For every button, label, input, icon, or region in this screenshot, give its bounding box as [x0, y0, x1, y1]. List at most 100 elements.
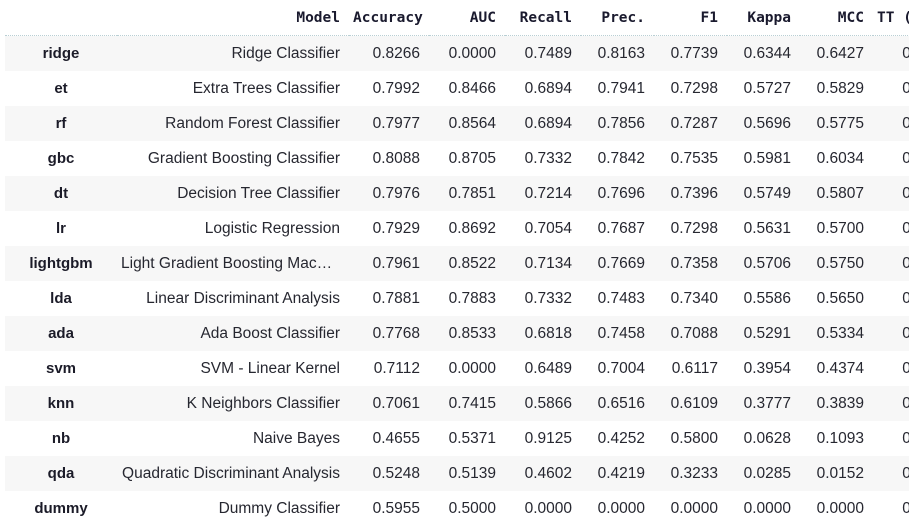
table-row[interactable]: gbc Gradient Boosting Classifier 0.8088 0.8… — [5, 141, 909, 176]
table-row[interactable]: ridge Ridge Classifier 0.8266 0.0000 0.7489 0… — [5, 35, 909, 71]
cell-kappa: 0.5586 — [727, 281, 800, 316]
header-row: Model Accuracy AUC Recall Prec. F1 Kappa… — [5, 0, 909, 36]
table-row[interactable]: svm SVM - Linear Kernel 0.7112 0.0000 0.6489… — [5, 351, 909, 386]
row-index-cell: dummy — [5, 491, 117, 526]
table-row[interactable]: lightgbm Light Gradient Boosting Machine 0… — [5, 246, 909, 281]
column-header-prec[interactable]: Prec. — [581, 0, 654, 36]
cell-model: Ada Boost Classifier — [117, 316, 349, 351]
cell-mcc: 0.5700 — [800, 211, 873, 246]
cell-recall: 0.6818 — [505, 316, 581, 351]
cell-kappa: 0.3954 — [727, 351, 800, 386]
cell-f1: 0.7340 — [654, 281, 727, 316]
cell-recall: 0.7214 — [505, 176, 581, 211]
cell-mcc: 0.5807 — [800, 176, 873, 211]
cell-prec: 0.7856 — [581, 106, 654, 141]
cell-mcc: 0.1093 — [800, 421, 873, 456]
column-header-f1[interactable]: F1 — [654, 0, 727, 36]
cell-accuracy: 0.8088 — [349, 141, 429, 176]
cell-tt: 0.056 — [873, 351, 909, 386]
cell-model: Ridge Classifier — [117, 35, 349, 71]
cell-mcc: 0.5750 — [800, 246, 873, 281]
cell-prec: 0.7941 — [581, 71, 654, 106]
cell-accuracy: 0.4655 — [349, 421, 429, 456]
row-index-cell: qda — [5, 456, 117, 491]
cell-recall: 0.4602 — [505, 456, 581, 491]
row-index-cell: nb — [5, 421, 117, 456]
cell-model: Extra Trees Classifier — [117, 71, 349, 106]
cell-tt: 0.664 — [873, 211, 909, 246]
cell-recall: 0.0000 — [505, 491, 581, 526]
row-index-cell: ridge — [5, 35, 117, 71]
cell-prec: 0.0000 — [581, 491, 654, 526]
cell-mcc: 0.4374 — [800, 351, 873, 386]
cell-prec: 0.7696 — [581, 176, 654, 211]
cell-accuracy: 0.7961 — [349, 246, 429, 281]
cell-prec: 0.7004 — [581, 351, 654, 386]
cell-auc: 0.5139 — [429, 456, 505, 491]
row-index-cell: lightgbm — [5, 246, 117, 281]
cell-auc: 0.7415 — [429, 386, 505, 421]
cell-kappa: 0.5631 — [727, 211, 800, 246]
column-header-kappa[interactable]: Kappa — [727, 0, 800, 36]
cell-f1: 0.7535 — [654, 141, 727, 176]
table-row[interactable]: lr Logistic Regression 0.7929 0.8692 0.7054 0… — [5, 211, 909, 246]
table-row[interactable]: dummy Dummy Classifier 0.5955 0.5000 0.0000 0… — [5, 491, 909, 526]
cell-auc: 0.5000 — [429, 491, 505, 526]
cell-kappa: 0.5749 — [727, 176, 800, 211]
cell-tt: 0.051 — [873, 176, 909, 211]
cell-accuracy: 0.5955 — [349, 491, 429, 526]
cell-recall: 0.7134 — [505, 246, 581, 281]
row-index-cell: lr — [5, 211, 117, 246]
cell-accuracy: 0.7977 — [349, 106, 429, 141]
model-comparison-table: Model Accuracy AUC Recall Prec. F1 Kappa… — [5, 0, 909, 526]
cell-model: Dummy Classifier — [117, 491, 349, 526]
cell-model: Naive Bayes — [117, 421, 349, 456]
cell-prec: 0.6516 — [581, 386, 654, 421]
table-row[interactable]: lda Linear Discriminant Analysis 0.7881 0.7… — [5, 281, 909, 316]
column-header-index[interactable] — [5, 0, 117, 36]
cell-f1: 0.7396 — [654, 176, 727, 211]
table-row[interactable]: qda Quadratic Discriminant Analysis 0.5248… — [5, 456, 909, 491]
row-index-cell: ada — [5, 316, 117, 351]
cell-mcc: 0.5334 — [800, 316, 873, 351]
column-header-model[interactable]: Model — [117, 0, 349, 36]
cell-recall: 0.7332 — [505, 281, 581, 316]
cell-f1: 0.7088 — [654, 316, 727, 351]
cell-f1: 0.7298 — [654, 71, 727, 106]
cell-recall: 0.9125 — [505, 421, 581, 456]
cell-kappa: 0.0285 — [727, 456, 800, 491]
cell-auc: 0.7883 — [429, 281, 505, 316]
table-row[interactable]: dt Decision Tree Classifier 0.7976 0.7851 0.… — [5, 176, 909, 211]
cell-model: SVM - Linear Kernel — [117, 351, 349, 386]
cell-prec: 0.7458 — [581, 316, 654, 351]
cell-auc: 0.0000 — [429, 35, 505, 71]
column-header-mcc[interactable]: MCC — [800, 0, 873, 36]
cell-f1: 0.7287 — [654, 106, 727, 141]
cell-accuracy: 0.7768 — [349, 316, 429, 351]
table-row[interactable]: nb Naive Bayes 0.4655 0.5371 0.9125 0.4252 0.5… — [5, 421, 909, 456]
cell-recall: 0.7332 — [505, 141, 581, 176]
cell-f1: 0.6117 — [654, 351, 727, 386]
cell-accuracy: 0.7061 — [349, 386, 429, 421]
cell-model: Gradient Boosting Classifier — [117, 141, 349, 176]
column-header-tt[interactable]: TT (Sec) — [873, 0, 909, 36]
table-row[interactable]: ada Ada Boost Classifier 0.7768 0.8533 0.681… — [5, 316, 909, 351]
table-row[interactable]: rf Random Forest Classifier 0.7977 0.8564 0.… — [5, 106, 909, 141]
cell-prec: 0.4219 — [581, 456, 654, 491]
row-index-cell: svm — [5, 351, 117, 386]
table-body: ridge Ridge Classifier 0.8266 0.0000 0.7489 0… — [5, 35, 909, 526]
cell-tt: 0.029 — [873, 491, 909, 526]
table-row[interactable]: knn K Neighbors Classifier 0.7061 0.7415 0.5… — [5, 386, 909, 421]
column-header-accuracy[interactable]: Accuracy — [349, 0, 429, 36]
cell-auc: 0.5371 — [429, 421, 505, 456]
cell-kappa: 0.5981 — [727, 141, 800, 176]
table-row[interactable]: et Extra Trees Classifier 0.7992 0.8466 0.68… — [5, 71, 909, 106]
row-index-cell: et — [5, 71, 117, 106]
column-header-auc[interactable]: AUC — [429, 0, 505, 36]
cell-tt: 0.042 — [873, 421, 909, 456]
cell-tt: 0.054 — [873, 35, 909, 71]
cell-model: K Neighbors Classifier — [117, 386, 349, 421]
cell-auc: 0.0000 — [429, 351, 505, 386]
cell-accuracy: 0.7112 — [349, 351, 429, 386]
column-header-recall[interactable]: Recall — [505, 0, 581, 36]
